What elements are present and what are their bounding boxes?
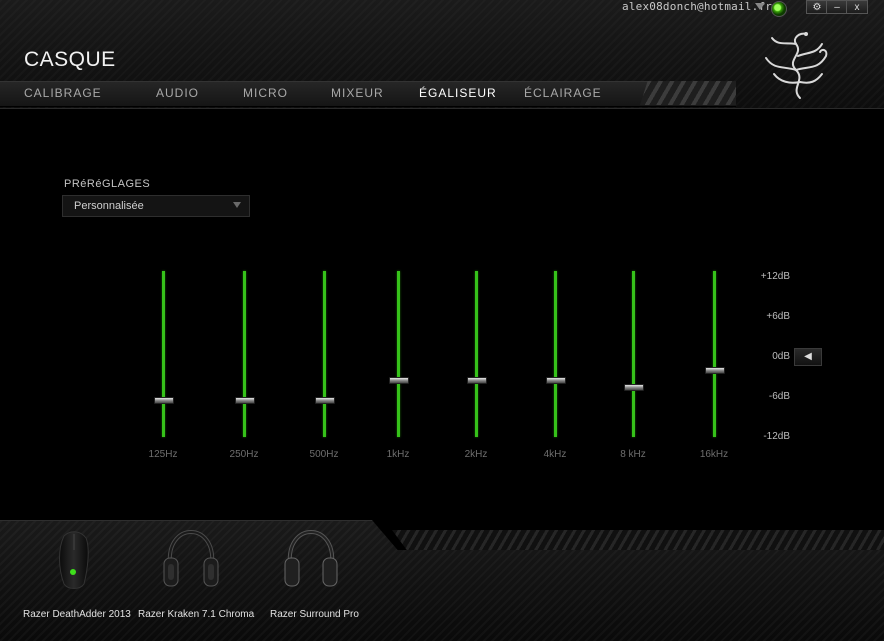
close-button[interactable]: x [846,0,868,14]
eq-band-8khz-handle[interactable] [623,383,644,391]
account-email[interactable]: alex08donch@hotmail.fr [622,0,772,14]
eq-band-16khz-track[interactable] [713,271,716,437]
tab-micro[interactable]: MICRO [243,86,288,100]
device-name[interactable]: Razer Kraken 7.1 Chroma [138,609,254,620]
eq-band-500hz-track[interactable] [323,271,326,437]
settings-button[interactable]: ⚙ [806,0,828,14]
eq-band-label: 8 kHz [620,449,646,460]
eq-band-4khz-track[interactable] [554,271,557,437]
eq-band-1khz-track[interactable] [397,271,400,437]
presets-label: PRéRéGLAGES [64,178,151,190]
eq-band-2khz-track[interactable] [475,271,478,437]
db-scale-label: +12dB [760,271,790,282]
chevron-down-icon[interactable] [233,202,241,208]
sync-status-icon[interactable] [771,1,787,17]
eq-band-4khz-handle[interactable] [545,376,566,384]
eq-band-label: 1kHz [386,449,410,460]
eq-band-label: 16kHz [699,449,729,460]
mouse-icon[interactable] [52,528,94,592]
device-name[interactable]: Razer Surround Pro [270,609,359,620]
minimize-button[interactable]: – [826,0,848,14]
eq-band-125hz-track[interactable] [162,271,165,437]
eq-band-label: 2kHz [464,449,488,460]
eq-band-16khz-handle[interactable] [704,366,725,374]
eq-band-2khz-handle[interactable] [466,376,487,384]
eq-band-500hz-handle[interactable] [314,396,335,404]
headset-icon[interactable] [162,528,220,592]
device-tray-decoration [392,530,884,550]
tab-mixeur[interactable]: MIXEUR [331,86,384,100]
eq-band-label: 250Hz [229,449,259,460]
eq-band-1khz-handle[interactable] [388,376,409,384]
headset-icon[interactable] [282,528,340,592]
db-scale-label: +6dB [766,311,790,322]
eq-band-label: 4kHz [543,449,567,460]
razer-logo-icon [765,32,828,99]
eq-band-label: 125Hz [148,449,178,460]
db-scale-label: 0dB [772,351,790,362]
account-dropdown-icon[interactable] [755,3,765,10]
reset-to-zero-button[interactable]: ◀ [794,348,822,366]
eq-band-250hz-handle[interactable] [234,396,255,404]
device-name[interactable]: Razer DeathAdder 2013 [23,609,131,620]
tab-calibrage[interactable]: CALIBRAGE [24,86,102,100]
eq-band-label: 500Hz [309,449,339,460]
tab-egaliseur[interactable]: ÉGALISEUR [419,86,497,100]
page-title: CASQUE [24,48,116,71]
db-scale-label: -12dB [763,431,790,442]
eq-band-250hz-track[interactable] [243,271,246,437]
db-scale-label: -6dB [768,391,790,402]
eq-band-8khz-track[interactable] [632,271,635,437]
tab-bar-decoration [640,81,736,105]
eq-band-125hz-handle[interactable] [153,396,174,404]
tab-eclairage[interactable]: ÉCLAIRAGE [524,86,602,100]
tab-audio[interactable]: AUDIO [156,86,199,100]
presets-dropdown[interactable]: Personnalisée [62,195,250,217]
